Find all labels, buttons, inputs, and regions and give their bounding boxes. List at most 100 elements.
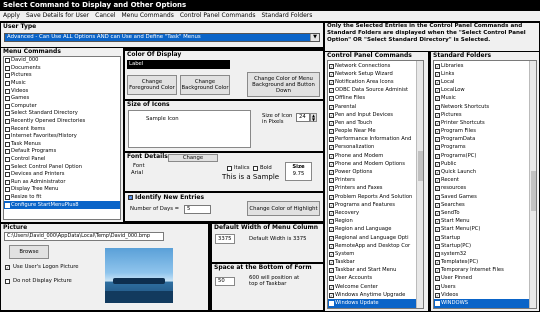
checkbox-icon[interactable]: ✓	[329, 235, 334, 241]
cp-command-item[interactable]: ✓ Problem Reports And Solution	[328, 193, 417, 201]
width-input[interactable]: 3375	[215, 234, 235, 244]
cp-command-item[interactable]: ✓ ODBC Data Source Administ	[328, 87, 417, 95]
checkbox-icon[interactable]: ✓	[435, 71, 440, 77]
cp-command-item[interactable]: ✓ Phone and Modem	[328, 152, 417, 160]
checkbox-icon[interactable]: ✓	[329, 96, 334, 102]
menu-command-item[interactable]: Display Tree Menu	[4, 186, 120, 194]
menu-command-item[interactable]: Pictures	[4, 72, 120, 80]
menu-apply[interactable]: Apply	[0, 11, 23, 21]
checkbox-icon[interactable]: ✓	[329, 145, 334, 151]
checkbox-icon[interactable]: ✓	[435, 292, 440, 298]
menu-command-item[interactable]: Music	[4, 80, 120, 88]
user-type-select[interactable]: Advanced - Can Use ALL Options AND can U…	[4, 33, 320, 42]
menu-command-item[interactable]: Devices and Printers	[4, 171, 120, 179]
cp-command-item[interactable]: ✓ Offline Files	[328, 95, 417, 103]
checkbox-icon[interactable]: ✓	[435, 227, 440, 233]
checkbox-icon[interactable]: ✓	[435, 104, 440, 110]
checkbox-icon[interactable]	[5, 65, 10, 71]
checkbox-icon[interactable]: ✓	[435, 268, 440, 274]
std-folder-item[interactable]: ✓ User Pinned	[434, 275, 530, 283]
checkbox-icon[interactable]: ✓	[329, 210, 334, 216]
std-folders-list[interactable]: ✓ Libraries ✓ Links ✓ Local ✓ LocalLow ✓ Music ✓ Ne…	[433, 60, 537, 309]
cp-command-item[interactable]: ✓ Personalization	[328, 144, 417, 152]
cp-command-item[interactable]: ✓ Regional and Language Opti	[328, 234, 417, 242]
cp-command-item[interactable]: ✓ Printers and Faxes	[328, 185, 417, 193]
checkbox-icon[interactable]: ✓	[329, 292, 334, 298]
std-folder-item[interactable]: ✓ Startup	[434, 234, 530, 242]
cp-command-item[interactable]: ✓ People Near Me	[328, 128, 417, 136]
change-background-button[interactable]: Change Background Color	[180, 75, 230, 95]
std-folder-item[interactable]: ✓ Searches	[434, 201, 530, 209]
cp-command-item[interactable]: ✓ Taskbar and Start Menu	[328, 267, 417, 275]
chevron-down-icon[interactable]: ▼	[310, 34, 319, 41]
checkbox-icon[interactable]: ✓	[435, 186, 440, 192]
checkbox-icon[interactable]: ✓	[435, 194, 440, 200]
menu-command-item[interactable]: Recent Items	[4, 125, 120, 133]
checkbox-icon[interactable]: ✓	[435, 145, 440, 151]
bold-checkbox[interactable]	[253, 166, 258, 171]
cp-commands-list[interactable]: ✓ Network Connections ✓ Network Setup Wizar…	[327, 60, 424, 309]
checkbox-icon[interactable]: ✓	[435, 284, 440, 290]
checkbox-icon[interactable]: ✓	[329, 63, 334, 69]
checkbox-icon[interactable]: ✓	[435, 88, 440, 94]
cp-command-item[interactable]: ✓ Notification Area Icons	[328, 78, 417, 86]
menu-command-item[interactable]: Recently Opened Directories	[4, 118, 120, 126]
std-folder-item[interactable]: ✓ LocalLow	[434, 87, 530, 95]
std-folder-item[interactable]: ✓ resources	[434, 185, 530, 193]
checkbox-icon[interactable]: ✓	[435, 137, 440, 143]
checkbox-icon[interactable]: ✓	[329, 104, 334, 110]
std-folder-item[interactable]: ✓ SendTo	[434, 209, 530, 217]
menu-command-item[interactable]: Task Menus	[4, 141, 120, 149]
checkbox-icon[interactable]: ✓	[329, 268, 334, 274]
cp-command-item[interactable]: ✓ RemoteApp and Desktop Cor	[328, 242, 417, 250]
std-folder-item[interactable]: ✓ system32	[434, 250, 530, 258]
cp-command-item[interactable]: ✓ System	[328, 250, 417, 258]
menu-control-panel-commands[interactable]: Control Panel Commands	[177, 11, 259, 21]
days-input[interactable]: 5	[184, 205, 211, 214]
no-display-checkbox[interactable]	[5, 279, 10, 284]
checkbox-icon[interactable]	[5, 119, 10, 125]
checkbox-icon[interactable]: ✓	[329, 170, 334, 176]
checkbox-icon[interactable]	[5, 179, 10, 185]
cp-command-item[interactable]: ✓ Region and Language	[328, 226, 417, 234]
checkbox-icon[interactable]: ✓	[329, 88, 334, 94]
checkbox-icon[interactable]: ✓	[5, 202, 10, 208]
checkbox-icon[interactable]: ✓	[435, 235, 440, 241]
std-folder-item[interactable]: ✓ Start Menu	[434, 218, 530, 226]
checkbox-icon[interactable]	[5, 126, 10, 132]
sf-scrollbar[interactable]	[529, 61, 536, 308]
std-folder-item[interactable]: ✓ Temporary Internet Files	[434, 267, 530, 275]
cp-command-item[interactable]: ✓ User Accounts	[328, 275, 417, 283]
italics-checkbox[interactable]	[227, 166, 232, 171]
std-folder-item[interactable]: ✓ Programs	[434, 144, 530, 152]
std-folder-item[interactable]: ✓ Public	[434, 160, 530, 168]
menu-command-item[interactable]: Videos	[4, 87, 120, 95]
std-folder-item[interactable]: ✓ Templates(PC)	[434, 259, 530, 267]
checkbox-icon[interactable]: ✓	[435, 276, 440, 282]
std-folder-item[interactable]: ✓ Users	[434, 283, 530, 291]
checkbox-icon[interactable]: ✓	[435, 178, 440, 184]
change-foreground-button[interactable]: Change Foreground Color	[127, 75, 177, 95]
checkbox-icon[interactable]: ✓	[329, 219, 334, 225]
cp-command-item[interactable]: ✓ Region	[328, 218, 417, 226]
menu-command-item[interactable]: Default Programs	[4, 148, 120, 156]
checkbox-icon[interactable]	[5, 73, 10, 79]
checkbox-icon[interactable]: ✓	[435, 219, 440, 225]
checkbox-icon[interactable]: ✓	[435, 210, 440, 216]
std-folder-item[interactable]: ✓ Music	[434, 95, 530, 103]
menu-command-item[interactable]: Resize to fit	[4, 194, 120, 202]
std-folder-item[interactable]: ✓ Recent	[434, 177, 530, 185]
menu-command-item[interactable]: Games	[4, 95, 120, 103]
menu-command-item[interactable]: Run as Administrator	[4, 179, 120, 187]
menu-command-item[interactable]: ✓ Configure StartMenuPlus8	[4, 201, 120, 209]
checkbox-icon[interactable]: ✓	[435, 301, 440, 307]
std-folder-item[interactable]: ✓ Libraries	[434, 62, 530, 70]
menu-command-item[interactable]: Control Panel	[4, 156, 120, 164]
checkbox-icon[interactable]	[5, 88, 10, 94]
checkbox-icon[interactable]: ✓	[435, 112, 440, 118]
checkbox-icon[interactable]: ✓	[435, 129, 440, 135]
checkbox-icon[interactable]: ✓	[435, 96, 440, 102]
checkbox-icon[interactable]	[5, 194, 10, 200]
use-logon-checkbox[interactable]: ✓	[5, 265, 10, 270]
cp-command-item[interactable]: ✓ Performance Information And	[328, 136, 417, 144]
